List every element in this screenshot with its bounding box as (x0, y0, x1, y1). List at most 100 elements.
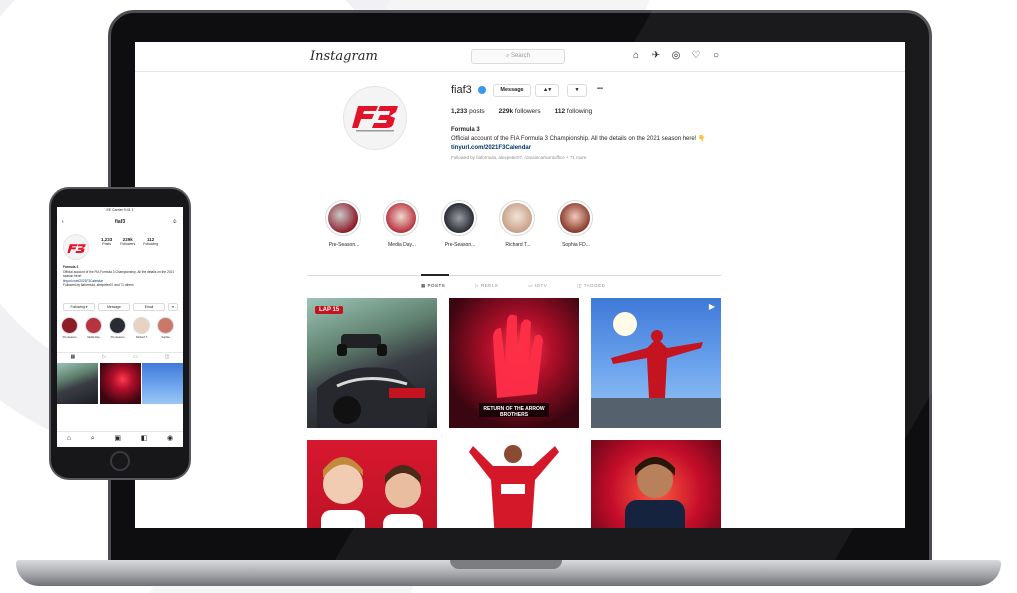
more-options-button[interactable]: ••• (591, 84, 609, 97)
phone-followed-by[interactable]: Followed by fiaformula, alexpeter07 and … (63, 283, 177, 288)
instagram-top-bar: Instagram ⌕ Search ⌂ ✈ ◎ ♡ ○ (135, 42, 905, 72)
bio-link[interactable]: tinyurl.com/2021F3Calendar (451, 144, 721, 153)
bio-name: Formula 3 (451, 127, 480, 133)
highlight-item[interactable]: Richard T... (499, 200, 537, 248)
home-icon[interactable]: ⌂ (630, 50, 642, 62)
phone-more-button[interactable]: ▾ (168, 303, 178, 311)
phone-highlight-item[interactable]: Media Day... (85, 317, 104, 339)
phone-profile-icon[interactable]: ◉ (167, 432, 173, 447)
phone-action-buttons: Following ▾ Message Email ▾ (63, 303, 178, 311)
phone-status-bar: EE Carrier 9:41 1 (106, 208, 134, 212)
phone-igtv-tab-icon[interactable]: ▭ (133, 353, 138, 361)
phone-search-icon[interactable]: ⌕ (91, 432, 95, 447)
profile-bio: Formula 3 Official account of the FIA Fo… (451, 126, 721, 162)
email-button[interactable]: Email (133, 303, 165, 311)
phone-header: ‹ fiaf3 ♤ (57, 216, 183, 228)
drivers-portrait-image (321, 457, 423, 528)
phone-home-icon[interactable]: ⌂ (67, 432, 71, 447)
post-tile[interactable]: LAP 15 (307, 298, 437, 428)
race-car-image (317, 334, 427, 428)
highlight-label: Media Day... (388, 242, 416, 248)
search-input[interactable]: ⌕ Search (471, 49, 565, 64)
phone-post-tile[interactable] (142, 363, 183, 404)
verified-badge-icon (478, 86, 486, 94)
direct-icon[interactable]: ✈ (650, 50, 662, 62)
phone-profile-avatar[interactable] (63, 234, 89, 260)
phone-following-count[interactable]: 112 Following (143, 237, 158, 246)
search-placeholder: Search (511, 53, 531, 59)
following-button[interactable]: Following ▾ (63, 303, 95, 311)
follow-button[interactable]: ▲▾ (535, 84, 559, 97)
activity-icon[interactable]: ♡ (690, 50, 702, 62)
phone-shop-icon[interactable]: ◧ (141, 432, 148, 447)
video-icon: ▶ (708, 302, 715, 311)
tab-posts[interactable]: ▦ POSTS (421, 283, 445, 289)
phone-highlight-item[interactable]: Pre-Season... (61, 317, 80, 339)
phone-screen: EE Carrier 9:41 1 ‹ fiaf3 ♤ 1,233 Posts 2… (57, 207, 183, 447)
instagram-logo[interactable]: Instagram (310, 49, 378, 64)
back-arrow-icon[interactable]: ‹ (62, 216, 64, 228)
marketing-mockup: Instagram ⌕ Search ⌂ ✈ ◎ ♡ ○ fiaf3 Messa… (0, 0, 1017, 593)
phone-bottom-nav: ⌂ ⌕ ▣ ◧ ◉ (57, 431, 183, 447)
post-tile[interactable] (591, 440, 721, 528)
highlight-item[interactable]: Media Day... (383, 200, 421, 248)
phone-profile-tabs: ▦ ▷ ▭ ◫ (57, 352, 183, 361)
laptop-notch (450, 560, 562, 569)
phone-tagged-tab-icon[interactable]: ◫ (165, 353, 170, 361)
highlight-label: Pre-Season... (328, 242, 360, 248)
highlight-label: Richard T... (505, 242, 531, 248)
suggested-dropdown-button[interactable]: ▾ (567, 84, 587, 97)
post-tile[interactable] (449, 440, 579, 528)
profile-avatar[interactable] (343, 86, 407, 150)
phone-reels-tab-icon[interactable]: ▷ (102, 353, 106, 361)
phone-bio-text: Official account of the FIA Formula 3 Ch… (63, 269, 175, 279)
tab-reels[interactable]: ▷ REELS (475, 283, 498, 289)
phone-followers-count[interactable]: 229k Followers (120, 237, 135, 246)
followers-count[interactable]: 229k followers (499, 108, 541, 115)
highlight-item[interactable]: Pre-Season... (441, 200, 479, 248)
phone-message-button[interactable]: Message (98, 303, 130, 311)
phone-post-tile[interactable] (57, 363, 98, 404)
tab-igtv[interactable]: ▭ IGTV (528, 283, 547, 289)
phone-highlight-item[interactable]: Richard T... (133, 317, 152, 339)
post-caption: RETURN OF THE ARROW BROTHERS (483, 406, 545, 418)
highlight-label: Sophia FD... (562, 242, 590, 248)
laptop-screen: Instagram ⌕ Search ⌂ ✈ ◎ ♡ ○ fiaf3 Messa… (135, 42, 905, 528)
notification-bell-icon[interactable]: ♤ (173, 216, 177, 228)
profile-username: fiaf3 (451, 84, 472, 96)
followed-by-text[interactable]: Followed by fiaformula, alexpeter07, rom… (451, 153, 721, 162)
tab-tagged[interactable]: ◫ TAGGED (577, 283, 605, 289)
f3-logo-icon (352, 106, 398, 132)
phone-posts-grid (57, 363, 183, 404)
post-tile[interactable] (307, 440, 437, 528)
profile-stats: 1,233 posts 229k followers 112 following (451, 108, 592, 115)
phone-story-highlights: Pre-Season... Media Day... Pre-Season...… (61, 317, 176, 339)
phone-home-button[interactable] (110, 451, 130, 471)
top-nav-icons: ⌂ ✈ ◎ ♡ ○ (630, 50, 722, 62)
phone-post-tile[interactable] (99, 363, 141, 404)
following-count[interactable]: 112 following (555, 108, 593, 115)
post-tile[interactable]: RETURN OF THE ARROW BROTHERS (449, 298, 579, 428)
active-tab-indicator (421, 274, 449, 276)
phone-highlight-item[interactable]: Pre-Season... (109, 317, 128, 339)
phone-profile-stats: 1,233 Posts 229k Followers 112 Following (101, 237, 158, 246)
posts-count: 1,233 posts (451, 108, 485, 115)
highlight-item[interactable]: Sophia FD... (557, 200, 595, 248)
profile-icon[interactable]: ○ (710, 50, 722, 62)
message-button[interactable]: Message (493, 84, 531, 97)
driver-celebration-image (591, 312, 721, 428)
f3-logo-icon (67, 244, 86, 253)
phone-highlight-item[interactable]: Sophia... (157, 317, 176, 339)
phone-reels-icon[interactable]: ▣ (114, 432, 121, 447)
highlight-item[interactable]: Pre-Season... (325, 200, 363, 248)
explore-icon[interactable]: ◎ (670, 50, 682, 62)
post-tile[interactable]: ▶ (591, 298, 721, 428)
posts-grid: LAP 15 RETURN OF THE ARROW BROTHERS ▶ (307, 298, 721, 528)
story-highlights: Pre-Season... Media Day... Pre-Season...… (325, 200, 595, 248)
bio-text: Official account of the FIA Formula 3 Ch… (451, 136, 706, 142)
highlight-label: Pre-Season... (444, 242, 476, 248)
phone-posts-count: 1,233 Posts (101, 237, 113, 246)
phone-grid-tab-icon[interactable]: ▦ (70, 353, 75, 361)
tabs-divider (307, 275, 721, 276)
phone-bio: Formula 3 Official account of the FIA Fo… (63, 265, 177, 288)
